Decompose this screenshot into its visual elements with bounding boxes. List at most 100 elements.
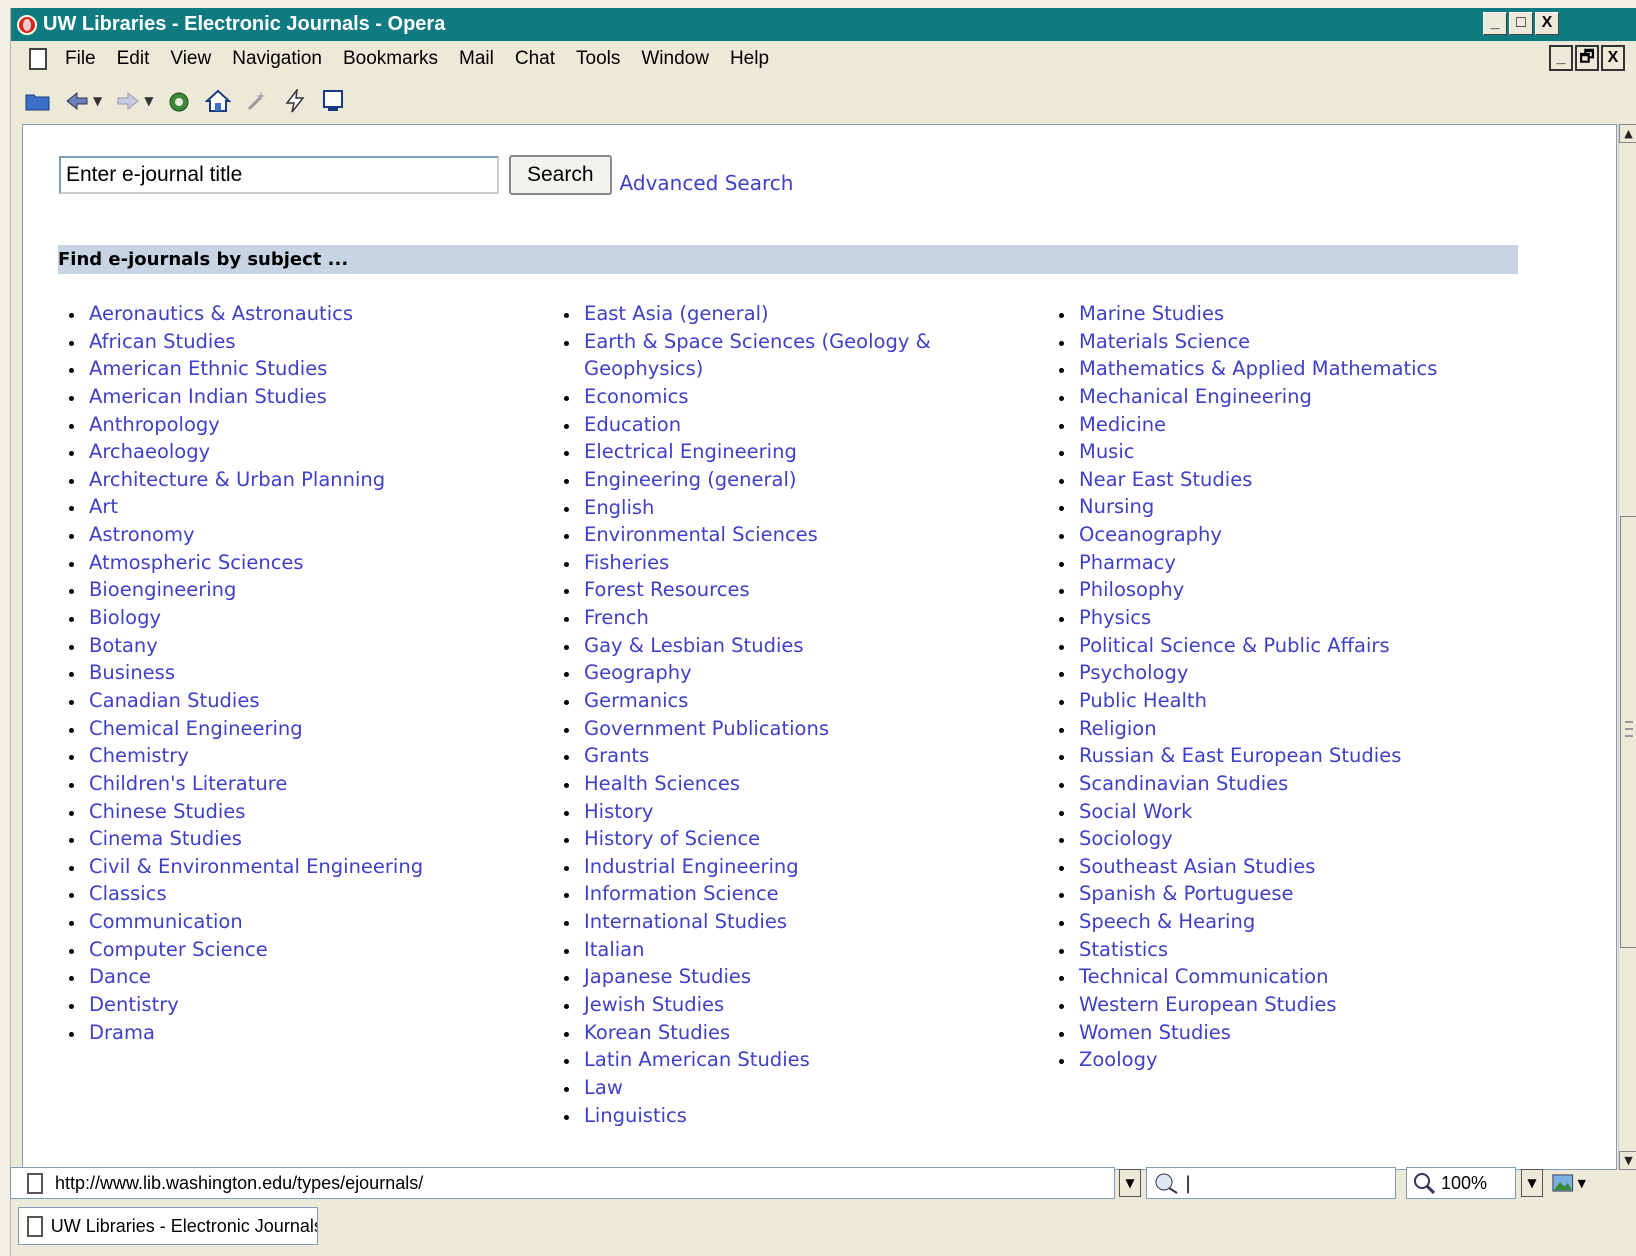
subject-link[interactable]: Pharmacy — [1059, 549, 1437, 577]
search-button[interactable]: Search — [509, 155, 612, 195]
subject-link[interactable]: Medicine — [1059, 411, 1437, 439]
subject-link[interactable]: Religion — [1059, 715, 1437, 743]
forward-dropdown-icon[interactable]: ▼ — [144, 95, 153, 107]
image-toggle[interactable]: ▼ — [1552, 1171, 1586, 1195]
subject-link[interactable]: Health Sciences — [564, 770, 944, 798]
subject-link[interactable]: Children's Literature — [69, 770, 423, 798]
subject-link[interactable]: Information Science — [564, 880, 944, 908]
subject-link[interactable]: Dance — [69, 963, 423, 991]
home-icon[interactable] — [205, 89, 232, 113]
subject-link[interactable]: Korean Studies — [564, 1019, 944, 1047]
subject-link[interactable]: Biology — [69, 604, 423, 632]
subject-link[interactable]: Sociology — [1059, 825, 1437, 853]
subject-link[interactable]: Botany — [69, 632, 423, 660]
subject-link[interactable]: English — [564, 494, 944, 522]
image-dropdown-icon[interactable]: ▼ — [1578, 1177, 1586, 1190]
subject-link[interactable]: Computer Science — [69, 936, 423, 964]
close-button[interactable]: X — [1535, 12, 1559, 35]
subject-link[interactable]: Italian — [564, 936, 944, 964]
subject-link[interactable]: Archaeology — [69, 438, 423, 466]
subject-link[interactable]: American Ethnic Studies — [69, 355, 423, 383]
subject-link[interactable]: Forest Resources — [564, 576, 944, 604]
subject-link[interactable]: Psychology — [1059, 659, 1437, 687]
advanced-search-link[interactable]: Advanced Search — [620, 171, 794, 195]
doc-close-button[interactable]: X — [1601, 45, 1625, 71]
subject-link[interactable]: Chinese Studies — [69, 798, 423, 826]
open-folder-icon[interactable] — [25, 90, 51, 112]
subject-link[interactable]: Economics — [564, 383, 944, 411]
address-dropdown-icon[interactable]: ▼ — [1119, 1169, 1141, 1197]
subject-link[interactable]: East Asia (general) — [564, 300, 944, 328]
menu-bookmarks[interactable]: Bookmarks — [343, 48, 438, 70]
subject-link[interactable]: Geography — [564, 659, 944, 687]
forward-button[interactable]: ▼ — [116, 91, 153, 111]
subject-link[interactable]: Business — [69, 659, 423, 687]
subject-link[interactable]: Women Studies — [1059, 1019, 1437, 1047]
subject-link[interactable]: Scandinavian Studies — [1059, 770, 1437, 798]
subject-link[interactable]: Civil & Environmental Engineering — [69, 853, 423, 881]
menu-mail[interactable]: Mail — [459, 48, 494, 70]
menu-tools[interactable]: Tools — [576, 48, 620, 70]
page-menu-icon[interactable] — [29, 48, 47, 70]
address-field[interactable]: http://www.lib.washington.edu/types/ejou… — [10, 1167, 1115, 1199]
subject-link[interactable]: Communication — [69, 908, 423, 936]
subject-link[interactable]: American Indian Studies — [69, 383, 423, 411]
subject-link[interactable]: Architecture & Urban Planning — [69, 466, 423, 494]
subject-link[interactable]: Law — [564, 1074, 944, 1102]
reload-icon[interactable] — [167, 89, 191, 113]
scroll-up-icon[interactable]: ▲ — [1619, 124, 1636, 143]
scroll-thumb[interactable] — [1620, 516, 1636, 948]
subject-link[interactable]: Southeast Asian Studies — [1059, 853, 1437, 881]
vertical-scrollbar[interactable]: ▲ ▼ — [1618, 124, 1636, 1170]
subject-link[interactable]: Chemistry — [69, 742, 423, 770]
zoom-dropdown-icon[interactable]: ▼ — [1521, 1169, 1543, 1197]
subject-link[interactable]: Fisheries — [564, 549, 944, 577]
subject-link[interactable]: Statistics — [1059, 936, 1437, 964]
subject-link[interactable]: Canadian Studies — [69, 687, 423, 715]
subject-link[interactable]: Nursing — [1059, 493, 1437, 521]
subject-link[interactable]: Social Work — [1059, 798, 1437, 826]
wand-icon[interactable] — [245, 89, 269, 113]
subject-link[interactable]: Chemical Engineering — [69, 715, 423, 743]
subject-link[interactable]: Astronomy — [69, 521, 423, 549]
subject-link[interactable]: Engineering (general) — [564, 466, 944, 494]
subject-link[interactable]: Earth & Space Sciences (Geology & Geophy… — [564, 328, 944, 383]
subject-link[interactable]: Grants — [564, 742, 944, 770]
subject-link[interactable]: Latin American Studies — [564, 1046, 944, 1074]
maximize-button[interactable]: □ — [1509, 12, 1533, 35]
subject-link[interactable]: Bioengineering — [69, 576, 423, 604]
subject-link[interactable]: Near East Studies — [1059, 466, 1437, 494]
subject-link[interactable]: Technical Communication — [1059, 963, 1437, 991]
subject-link[interactable]: Gay & Lesbian Studies — [564, 632, 944, 660]
back-dropdown-icon[interactable]: ▼ — [93, 95, 102, 107]
subject-link[interactable]: Aeronautics & Astronautics — [69, 300, 423, 328]
subject-link[interactable]: Art — [69, 493, 423, 521]
subject-link[interactable]: Political Science & Public Affairs — [1059, 632, 1437, 660]
journal-title-input[interactable] — [59, 156, 499, 194]
subject-link[interactable]: Education — [564, 411, 944, 439]
menu-file[interactable]: File — [65, 48, 96, 70]
zoom-field[interactable]: 100% — [1406, 1167, 1516, 1199]
web-search-field[interactable]: | — [1146, 1167, 1396, 1199]
subject-link[interactable]: Industrial Engineering — [564, 853, 944, 881]
subject-link[interactable]: Zoology — [1059, 1046, 1437, 1074]
subject-link[interactable]: Mathematics & Applied Mathematics — [1059, 355, 1437, 383]
menu-window[interactable]: Window — [641, 48, 709, 70]
minimize-button[interactable]: _ — [1483, 12, 1507, 35]
subject-link[interactable]: Government Publications — [564, 715, 944, 743]
subject-link[interactable]: Electrical Engineering — [564, 438, 944, 466]
subject-link[interactable]: History — [564, 798, 944, 826]
subject-link[interactable]: Environmental Sciences — [564, 521, 944, 549]
subject-link[interactable]: Oceanography — [1059, 521, 1437, 549]
doc-restore-button[interactable]: 🗗 — [1575, 45, 1599, 71]
subject-link[interactable]: Cinema Studies — [69, 825, 423, 853]
subject-link[interactable]: Materials Science — [1059, 328, 1437, 356]
subject-link[interactable]: Jewish Studies — [564, 991, 944, 1019]
subject-link[interactable]: Japanese Studies — [564, 963, 944, 991]
subject-link[interactable]: Classics — [69, 880, 423, 908]
subject-link[interactable]: Western European Studies — [1059, 991, 1437, 1019]
subject-link[interactable]: Public Health — [1059, 687, 1437, 715]
tab-uw-libraries[interactable]: UW Libraries - Electronic Journals — [18, 1207, 318, 1245]
subject-link[interactable]: Atmospheric Sciences — [69, 549, 423, 577]
subject-link[interactable]: Music — [1059, 438, 1437, 466]
